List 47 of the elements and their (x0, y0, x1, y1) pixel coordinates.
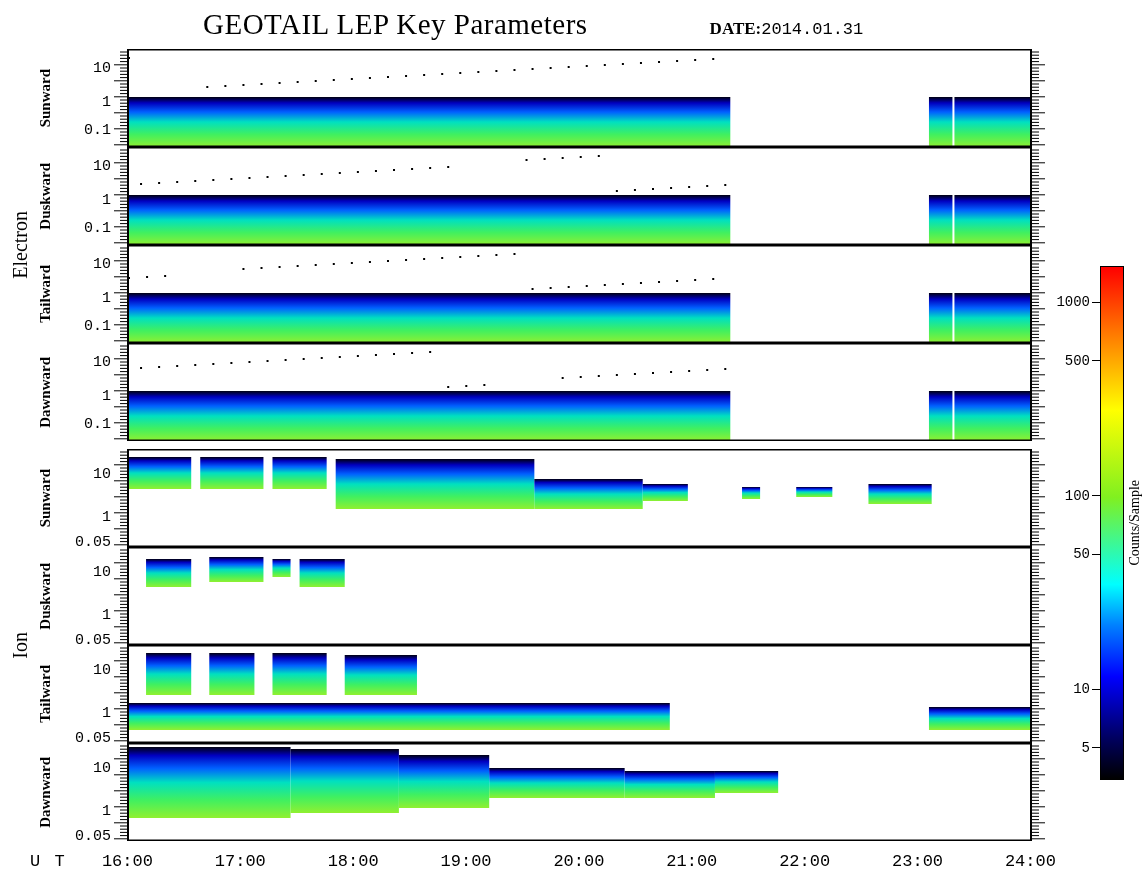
panel-label: Tailward (36, 265, 54, 323)
axis-tick-label: 1 (102, 94, 111, 111)
time-tick-label: 24:00 (1003, 851, 1057, 871)
axis-tick-label: 0.1 (84, 123, 111, 140)
date-label: DATE:2014.01.31 (709, 18, 864, 39)
axis-tick-label: 10 (93, 663, 111, 680)
panel-label: Duskward (36, 562, 54, 630)
group-label: Ion (8, 631, 32, 659)
axis-tick-label: 10 (93, 565, 111, 582)
axis-tick-label: 1 (102, 607, 111, 624)
time-tick-label: 17:00 (213, 851, 267, 871)
axis-tick-label: 10 (93, 60, 111, 77)
time-tick-label: 20:00 (552, 851, 606, 871)
axis-tick-label: 0.05 (75, 731, 111, 748)
axis-tick-label: 1 (102, 509, 111, 526)
axis-tick-label: 10 (93, 761, 111, 778)
axis-tick-label: 10 (93, 158, 111, 175)
time-tick-label: 22:00 (778, 851, 832, 871)
axis-tick-label: 1 (102, 192, 111, 209)
panel-label: Dawnward (36, 356, 54, 428)
time-tick-label: 19:00 (439, 851, 493, 871)
time-tick-label: 16:00 (100, 851, 154, 871)
axis-tick-label: 1 (102, 705, 111, 722)
axis-tick-label: 1 (102, 388, 111, 405)
axis-tick-label: 10 (93, 256, 111, 273)
axis-tick-label: 1 (102, 290, 111, 307)
axis-tick-label: 0.05 (75, 633, 111, 650)
time-tick-label: 21:00 (665, 851, 719, 871)
axis-tick-label: 1 (102, 803, 111, 820)
axis-tick-label: 0.05 (75, 535, 111, 552)
axis-tick-label: 0.05 (75, 829, 111, 846)
panel-label: Sunward (36, 68, 54, 128)
axis-tick-label: 10 (93, 354, 111, 371)
panel-label: Tailward (36, 665, 54, 723)
time-tick-label: 23:00 (891, 851, 945, 871)
axis-tick-label: 10 (93, 467, 111, 484)
axis-tick-label: 0.1 (84, 319, 111, 336)
panel-label: Sunward (36, 468, 54, 528)
axis-tick-label: 0.1 (84, 417, 111, 434)
panel-label: Duskward (36, 162, 54, 230)
time-tick-label: 18:00 (326, 851, 380, 871)
panel-label: Dawnward (36, 756, 54, 828)
colorbar-title: Counts/Sample (1127, 480, 1142, 566)
plot-title: GEOTAIL LEP Key Parameters (203, 8, 588, 41)
group-label: Electron (8, 211, 32, 279)
axis-tick-label: 0.1 (84, 221, 111, 238)
axis-label: U T (30, 851, 66, 871)
